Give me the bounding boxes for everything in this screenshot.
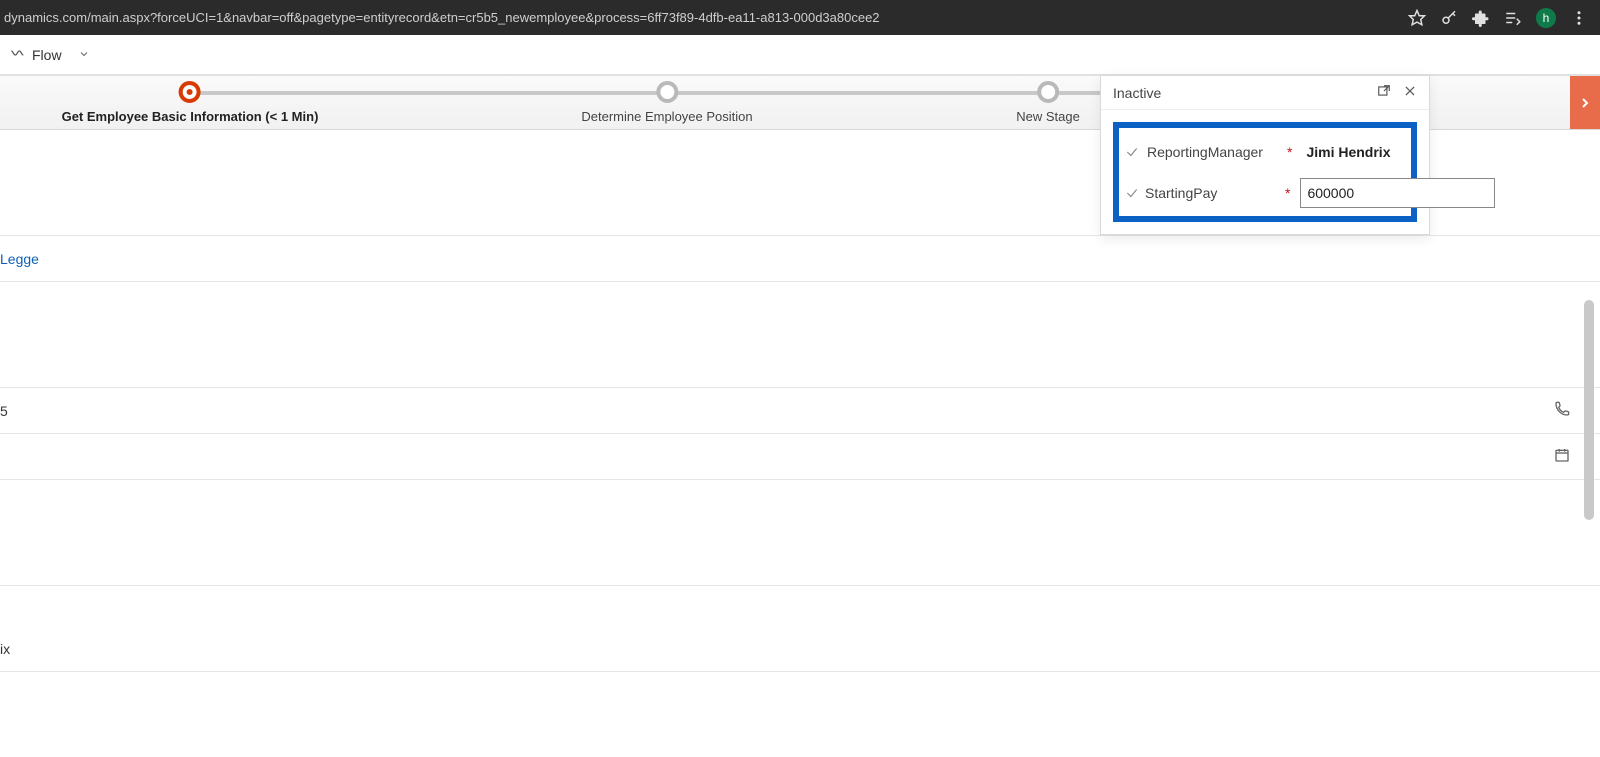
field-value: ix bbox=[0, 641, 10, 657]
form-row[interactable] bbox=[0, 342, 1600, 388]
field-starting-pay: StartingPay * bbox=[1125, 172, 1405, 212]
form-row[interactable]: 5 bbox=[0, 388, 1600, 434]
flow-label: Flow bbox=[32, 47, 62, 63]
calendar-icon[interactable] bbox=[1554, 447, 1570, 466]
chrome-actions: h bbox=[1408, 8, 1594, 28]
kebab-menu-icon[interactable] bbox=[1570, 9, 1588, 27]
bpf-stage-label: Determine Employee Position bbox=[581, 109, 752, 124]
chevron-right-icon bbox=[1577, 95, 1593, 111]
chevron-down-icon bbox=[78, 47, 90, 63]
required-indicator: * bbox=[1283, 144, 1296, 160]
key-icon[interactable] bbox=[1440, 9, 1458, 27]
phone-icon[interactable] bbox=[1554, 401, 1570, 420]
bpf-stage-label: Get Employee Basic Information (< 1 Min) bbox=[62, 109, 319, 124]
starting-pay-input[interactable] bbox=[1300, 178, 1495, 208]
bpf-stage-3[interactable]: New Stage bbox=[1016, 81, 1080, 124]
flow-icon bbox=[10, 47, 26, 63]
stage-status-label: Inactive bbox=[1113, 85, 1161, 101]
check-icon bbox=[1125, 186, 1139, 200]
close-icon[interactable] bbox=[1403, 84, 1417, 101]
field-label: ReportingManager bbox=[1147, 144, 1277, 160]
reporting-manager-value[interactable]: Jimi Hendrix bbox=[1302, 144, 1405, 160]
bpf-stage-node-icon bbox=[656, 81, 678, 103]
star-icon[interactable] bbox=[1408, 9, 1426, 27]
vertical-scrollbar[interactable] bbox=[1582, 300, 1596, 757]
bpf-stage-node-icon bbox=[1037, 81, 1059, 103]
form-row[interactable] bbox=[0, 540, 1600, 586]
bpf-next-button[interactable] bbox=[1570, 76, 1600, 129]
field-value: 5 bbox=[0, 403, 8, 419]
bpf-stage-1[interactable]: Get Employee Basic Information (< 1 Min) bbox=[62, 81, 319, 124]
stage-flyout-header: Inactive bbox=[1101, 76, 1429, 110]
command-bar: Flow bbox=[0, 35, 1600, 75]
flow-menu-button[interactable]: Flow bbox=[4, 43, 96, 67]
bpf-stage-node-active-icon bbox=[179, 81, 201, 103]
stage-flyout-body: ReportingManager * Jimi Hendrix Starting… bbox=[1113, 122, 1417, 222]
address-bar-url[interactable]: dynamics.com/main.aspx?forceUCI=1&navbar… bbox=[0, 10, 1408, 25]
form-row[interactable]: ix bbox=[0, 626, 1600, 672]
lookup-link[interactable]: Legge bbox=[0, 251, 39, 267]
field-reporting-manager: ReportingManager * Jimi Hendrix bbox=[1125, 132, 1405, 172]
extensions-icon[interactable] bbox=[1472, 9, 1490, 27]
stage-flyout: Inactive ReportingManager * Jimi Hendrix… bbox=[1100, 75, 1430, 235]
form-row[interactable] bbox=[0, 434, 1600, 480]
business-process-flow: Get Employee Basic Information (< 1 Min)… bbox=[0, 75, 1600, 130]
bpf-stage-label: New Stage bbox=[1016, 109, 1080, 124]
dock-icon[interactable] bbox=[1377, 84, 1391, 101]
field-label: StartingPay bbox=[1145, 185, 1275, 201]
bpf-stage-2[interactable]: Determine Employee Position bbox=[581, 81, 752, 124]
check-icon bbox=[1125, 145, 1141, 159]
reading-list-icon[interactable] bbox=[1504, 9, 1522, 27]
profile-avatar[interactable]: h bbox=[1536, 8, 1556, 28]
form-row[interactable]: Legge bbox=[0, 236, 1600, 282]
scrollbar-thumb[interactable] bbox=[1584, 300, 1594, 520]
required-indicator: * bbox=[1281, 185, 1294, 201]
browser-chrome: dynamics.com/main.aspx?forceUCI=1&navbar… bbox=[0, 0, 1600, 35]
